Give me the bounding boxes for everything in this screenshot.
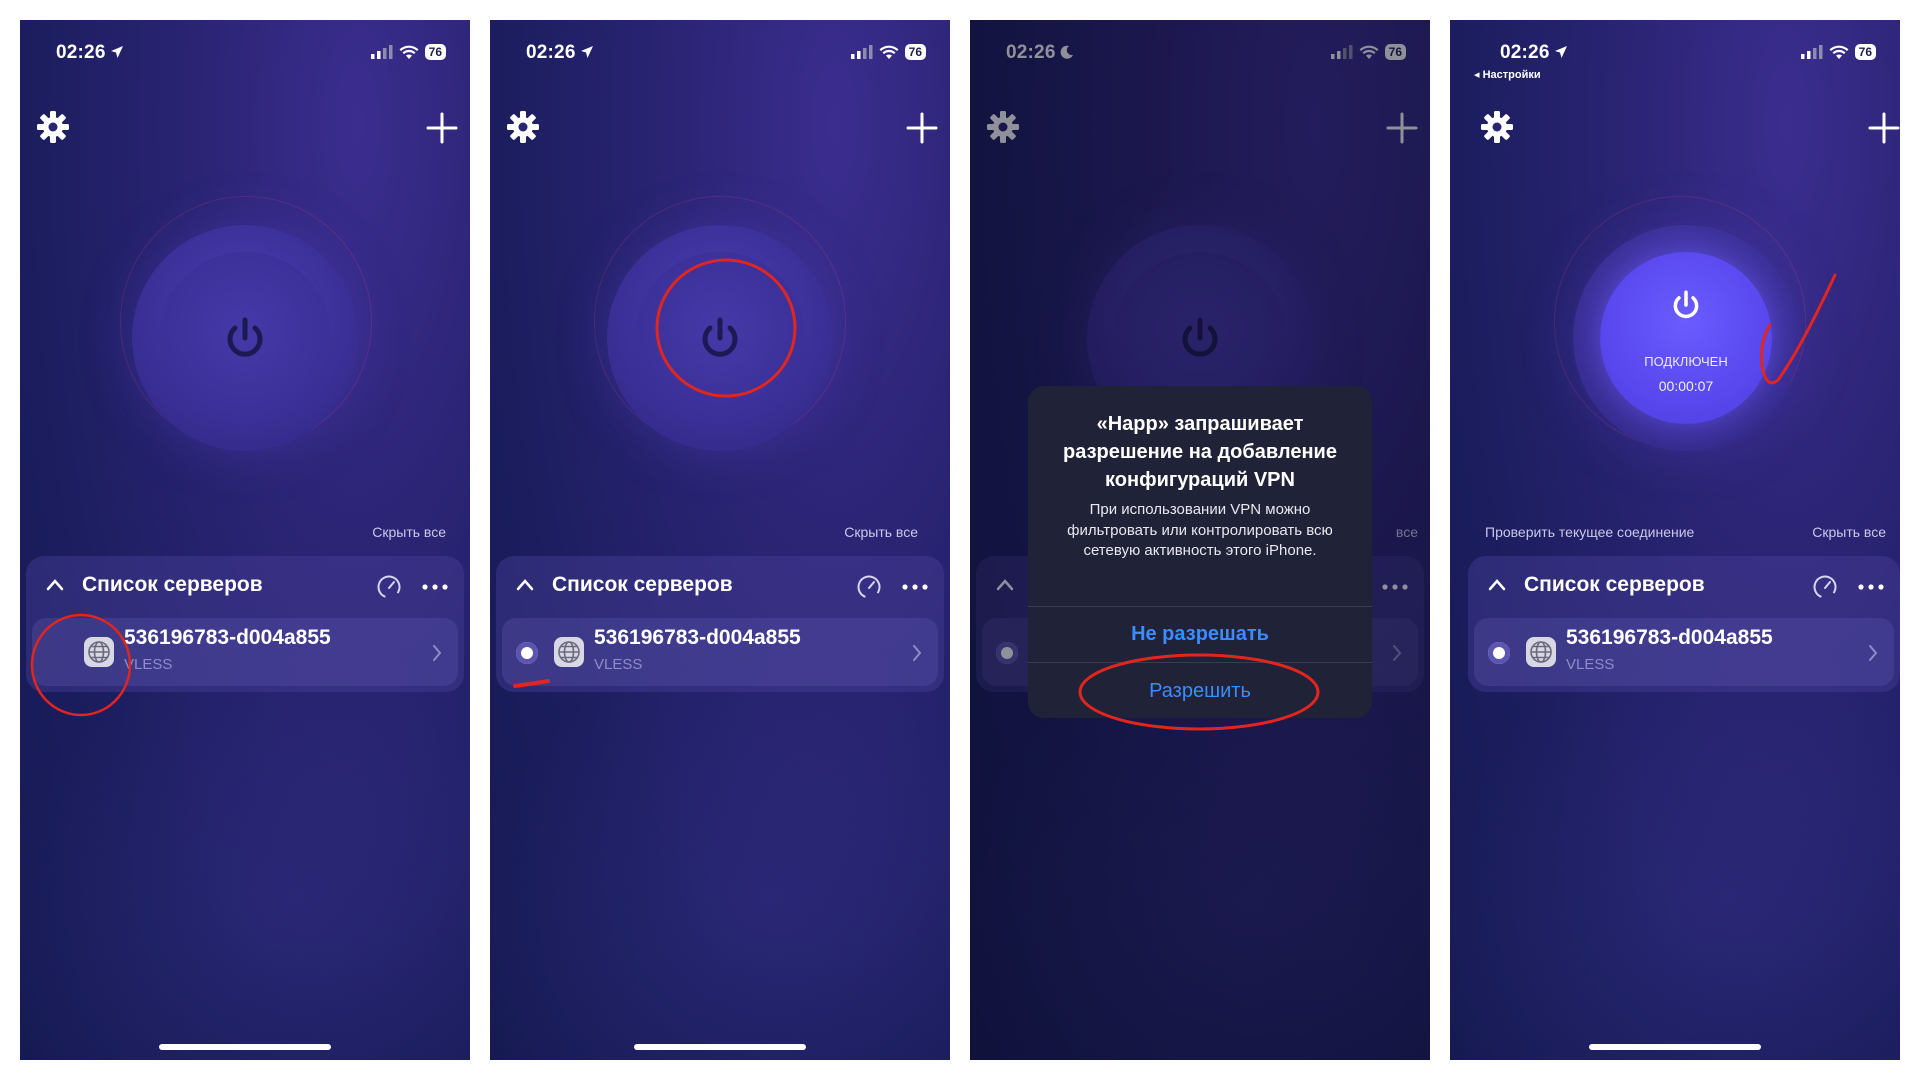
chevron-right-icon [913,645,922,661]
power-button-inner: ПОДКЛЮЧЕН 00:00:07 [1600,252,1772,424]
vpn-permission-alert: «Happ» запрашивает разрешение на добавле… [1028,386,1372,718]
speedometer-icon[interactable] [376,574,402,600]
hide-all-link[interactable]: Скрыть все [372,524,446,540]
hide-all-link[interactable]: Скрыть все [1812,524,1886,540]
server-list-card: Список серверов 536196783-d004a855 VLESS [496,556,944,692]
add-plus-icon[interactable] [906,112,938,144]
more-options-icon[interactable] [422,584,448,590]
settings-gear-icon[interactable] [506,110,540,144]
power-button[interactable] [607,225,833,451]
home-indicator [1589,1044,1761,1050]
settings-gear-icon[interactable] [1480,110,1514,144]
speedometer-icon[interactable] [856,574,882,600]
server-list-item[interactable]: 536196783-d004a855 VLESS [1474,618,1894,686]
home-indicator [159,1044,331,1050]
add-plus-icon[interactable] [426,112,458,144]
back-to-settings-link[interactable]: ◂ Настройки [1474,68,1541,81]
check-connection-link[interactable]: Проверить текущее соединение [1485,524,1694,540]
status-bar: 02:26 76 [526,42,926,64]
phone-screen-1: 02:26 76 Скрыть все Список серверов 5361… [20,20,470,1060]
wifi-icon [1829,45,1849,59]
chevron-up-icon[interactable] [46,578,64,592]
speedometer-icon[interactable] [1812,574,1838,600]
home-indicator [634,1044,806,1050]
server-list-header[interactable]: Список серверов [26,556,464,616]
server-list-title: Список серверов [82,573,263,596]
power-button[interactable] [132,225,358,451]
power-icon [1673,290,1699,319]
battery-indicator: 76 [904,44,926,60]
power-button[interactable]: ПОДКЛЮЧЕН 00:00:07 [1573,225,1799,451]
clock: 02:26 [56,42,124,64]
server-list-header[interactable]: Список серверов [1468,556,1900,616]
server-list-title: Список серверов [552,573,733,596]
settings-gear-icon[interactable] [36,110,70,144]
location-arrow-icon [580,46,593,58]
power-icon [227,317,263,357]
alert-title: «Happ» запрашивает разрешение на добавле… [1063,413,1337,491]
globe-icon [554,637,584,667]
hide-all-link[interactable]: Скрыть все [844,524,918,540]
status-bar: 02:26 ◂ Настройки 76 [1474,42,1876,81]
more-options-icon[interactable] [1858,584,1884,590]
server-name: 536196783-d004a855 [594,626,801,649]
location-arrow-icon [110,46,123,58]
phone-screen-2: 02:26 76 Скрыть все Список серверов 5361… [490,20,950,1060]
more-options-icon[interactable] [902,584,928,590]
chevron-right-icon [433,645,442,661]
cellular-signal-icon [370,45,393,59]
status-bar: 02:26 76 [56,42,446,64]
globe-icon [84,637,114,667]
connection-status: ПОДКЛЮЧЕН [1644,354,1728,369]
clock: 02:26 [1500,42,1568,64]
server-protocol: VLESS [594,656,643,673]
add-plus-icon[interactable] [1868,112,1900,144]
wifi-icon [879,45,899,59]
cellular-signal-icon [1800,45,1823,59]
server-list-item[interactable]: 536196783-d004a855 VLESS [502,618,938,686]
server-name: 536196783-d004a855 [124,626,331,649]
server-protocol: VLESS [1566,656,1615,673]
clock: 02:26 [526,42,594,64]
phone-screen-4: 02:26 ◂ Настройки 76 ПОДКЛЮЧЕН 00:00:07 … [1450,20,1900,1060]
server-list-title: Список серверов [1524,573,1705,596]
chevron-right-icon [1869,645,1878,661]
chevron-up-icon[interactable] [1488,578,1506,592]
alert-message: При использовании VPN можно фильтровать … [1067,501,1333,559]
phone-screen-3: 02:26 76 все «Happ» запрашивает разрешен… [970,20,1430,1060]
power-icon [702,317,738,357]
server-name: 536196783-d004a855 [1566,626,1773,649]
wifi-icon [399,45,419,59]
chevron-up-icon[interactable] [516,578,534,592]
server-list-card: Список серверов 536196783-d004a855 VLESS [1468,556,1900,692]
server-select-radio[interactable] [1488,642,1510,664]
server-list-card: Список серверов 536196783-d004a855 VLESS [26,556,464,692]
server-list-item[interactable]: 536196783-d004a855 VLESS [32,618,458,686]
server-list-header[interactable]: Список серверов [496,556,944,616]
location-arrow-icon [1554,46,1567,58]
battery-indicator: 76 [424,44,446,60]
server-select-radio[interactable] [516,642,538,664]
cellular-signal-icon [850,45,873,59]
power-button-inner [634,252,806,424]
deny-button[interactable]: Не разрешать [1028,606,1372,662]
server-protocol: VLESS [124,656,173,673]
globe-icon [1526,637,1556,667]
allow-button[interactable]: Разрешить [1028,663,1372,719]
battery-indicator: 76 [1854,44,1876,60]
power-button-inner [159,252,331,424]
connection-timer: 00:00:07 [1658,378,1714,394]
